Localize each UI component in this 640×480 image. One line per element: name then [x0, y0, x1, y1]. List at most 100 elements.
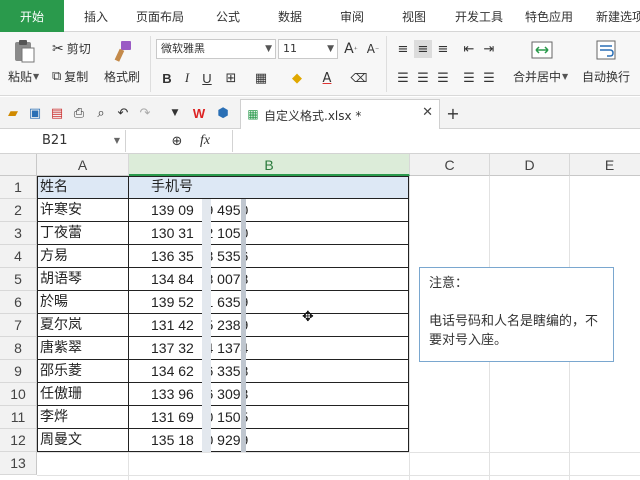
fill-pattern-icon[interactable]: ▦	[252, 69, 270, 87]
align-center-icon[interactable]: ☰	[414, 69, 432, 87]
align-left-icon[interactable]: ☰	[394, 69, 412, 87]
format-painter-button[interactable]: 格式刷	[104, 68, 140, 85]
name-cell[interactable]: 胡语琴	[40, 268, 82, 291]
paste-icon[interactable]	[8, 38, 40, 64]
brush-icon[interactable]	[110, 38, 136, 64]
indent-left-icon[interactable]: ⇤	[460, 40, 478, 58]
cloud-box-icon[interactable]: ⬢	[214, 104, 232, 122]
clear-format-icon[interactable]: ⌫	[350, 69, 368, 87]
align-right-icon[interactable]: ☰	[434, 69, 452, 87]
header-name-cell[interactable]: 姓名	[40, 176, 68, 199]
undo-icon[interactable]: ↶	[114, 104, 132, 122]
wps-logo-icon[interactable]: W	[190, 104, 208, 122]
auto-wrap-button[interactable]: 自动换行	[582, 68, 630, 85]
name-cell[interactable]: 夏尔岚	[40, 314, 82, 337]
header-phone-cell[interactable]: 手机号	[151, 176, 193, 199]
phone-cell[interactable]: 134 62 6 3358	[151, 360, 248, 383]
paste-button[interactable]: 粘贴 ▼	[8, 68, 39, 85]
tab-review[interactable]: 审阅	[324, 0, 380, 32]
tab-view[interactable]: 视图	[386, 0, 442, 32]
tab-new-options[interactable]: 新建选项	[588, 0, 640, 32]
tab-formulas[interactable]: 公式	[200, 0, 256, 32]
tab-insert[interactable]: 插入	[68, 0, 124, 32]
name-cell[interactable]: 周曼文	[40, 429, 82, 452]
function-icon[interactable]: fx	[196, 132, 214, 150]
row-header[interactable]: 11	[0, 406, 37, 429]
name-cell[interactable]: 唐紫翠	[40, 337, 82, 360]
font-color-icon[interactable]: A	[318, 69, 336, 87]
name-cell[interactable]: 许寒安	[40, 199, 82, 222]
phone-cell[interactable]: 139 52 1 6359	[151, 291, 248, 314]
name-cell[interactable]: 方易	[40, 245, 68, 268]
tab-developer[interactable]: 开发工具	[446, 0, 512, 32]
merge-cells-icon[interactable]	[530, 38, 554, 62]
row-header[interactable]: 13	[0, 452, 37, 475]
print-icon[interactable]: ⎙	[70, 104, 88, 122]
zoom-search-icon[interactable]: ⊕	[168, 132, 186, 150]
save-icon[interactable]: ▣	[26, 104, 44, 122]
close-icon[interactable]: ✕	[422, 105, 433, 120]
row-header[interactable]: 8	[0, 337, 37, 360]
name-cell[interactable]: 邵乐菱	[40, 360, 82, 383]
formula-input[interactable]	[232, 130, 640, 152]
tab-special-apps[interactable]: 特色应用	[516, 0, 582, 32]
phone-cell[interactable]: 133 96 6 3093	[151, 383, 248, 406]
phone-cell[interactable]: 137 32 4 1374	[151, 337, 248, 360]
row-header[interactable]: 4	[0, 245, 37, 268]
select-all-corner[interactable]	[0, 154, 37, 176]
column-header-a[interactable]: A	[37, 154, 129, 176]
tab-home[interactable]: 开始	[0, 0, 64, 32]
row-header[interactable]: 12	[0, 429, 37, 452]
distribute-icon[interactable]: ☰	[480, 69, 498, 87]
print-preview-icon[interactable]: ⌕	[92, 104, 110, 122]
wrap-text-icon[interactable]	[594, 38, 618, 62]
row-header[interactable]: 1	[0, 176, 37, 199]
row-header[interactable]: 7	[0, 314, 37, 337]
column-header-d[interactable]: D	[490, 154, 570, 176]
phone-cell[interactable]: 136 35 3 5356	[151, 245, 248, 268]
new-tab-plus-icon[interactable]: +	[444, 104, 462, 123]
redo-icon[interactable]: ↷	[136, 104, 154, 122]
align-bottom-icon[interactable]: ≡	[434, 40, 452, 58]
justify-icon[interactable]: ☰	[460, 69, 478, 87]
phone-cell[interactable]: 131 69 0 1505	[151, 406, 248, 429]
cut-button[interactable]: ✂ 剪切	[52, 40, 91, 57]
row-header[interactable]: 3	[0, 222, 37, 245]
underline-button[interactable]: U	[198, 69, 216, 87]
phone-cell[interactable]: 139 09 9 4950	[151, 199, 248, 222]
phone-cell[interactable]: 130 31 2 1050	[151, 222, 248, 245]
name-cell[interactable]: 李烨	[40, 406, 68, 429]
phone-cell[interactable]: 135 18 0 9299	[151, 429, 248, 452]
italic-button[interactable]: I	[178, 69, 196, 87]
align-top-icon[interactable]: ≡	[394, 40, 412, 58]
column-header-b[interactable]: B	[129, 154, 410, 176]
row-header[interactable]: 2	[0, 199, 37, 222]
decrease-font-icon[interactable]: A ⁻	[364, 40, 382, 58]
tab-page-layout[interactable]: 页面布局	[128, 0, 192, 32]
font-name-select[interactable]: 微软雅黑 ▼	[156, 39, 276, 59]
merge-center-button[interactable]: 合并居中 ▼	[513, 68, 568, 85]
phone-cell[interactable]: 131 42 5 2389	[151, 314, 248, 337]
increase-font-icon[interactable]: A ⁺	[342, 40, 360, 58]
border-icon[interactable]: ⊞	[222, 69, 240, 87]
row-header[interactable]: 6	[0, 291, 37, 314]
name-box[interactable]: B21 ▼	[0, 130, 126, 152]
align-middle-icon[interactable]: ≡	[414, 40, 432, 58]
cell-comment-box[interactable]: 注意： 电话号码和人名是瞎编的，不要对号入座。	[419, 267, 614, 362]
fill-color-icon[interactable]: ◆	[288, 69, 306, 87]
column-header-c[interactable]: C	[410, 154, 490, 176]
export-pdf-icon[interactable]: ▤	[48, 104, 66, 122]
column-header-e[interactable]: E	[570, 154, 640, 176]
name-cell[interactable]: 任傲珊	[40, 383, 82, 406]
name-cell[interactable]: 於暘	[40, 291, 68, 314]
phone-cell[interactable]: 134 84 8 0078	[151, 268, 248, 291]
indent-right-icon[interactable]: ⇥	[480, 40, 498, 58]
open-folder-icon[interactable]: ▰	[4, 104, 22, 122]
name-cell[interactable]: 丁夜蕾	[40, 222, 82, 245]
row-header[interactable]: 10	[0, 383, 37, 406]
copy-button[interactable]: ⧉ 复制	[52, 68, 88, 85]
tab-data[interactable]: 数据	[262, 0, 318, 32]
row-header[interactable]: 9	[0, 360, 37, 383]
row-header[interactable]: 5	[0, 268, 37, 291]
customize-dropdown-icon[interactable]: ▼	[166, 104, 184, 122]
